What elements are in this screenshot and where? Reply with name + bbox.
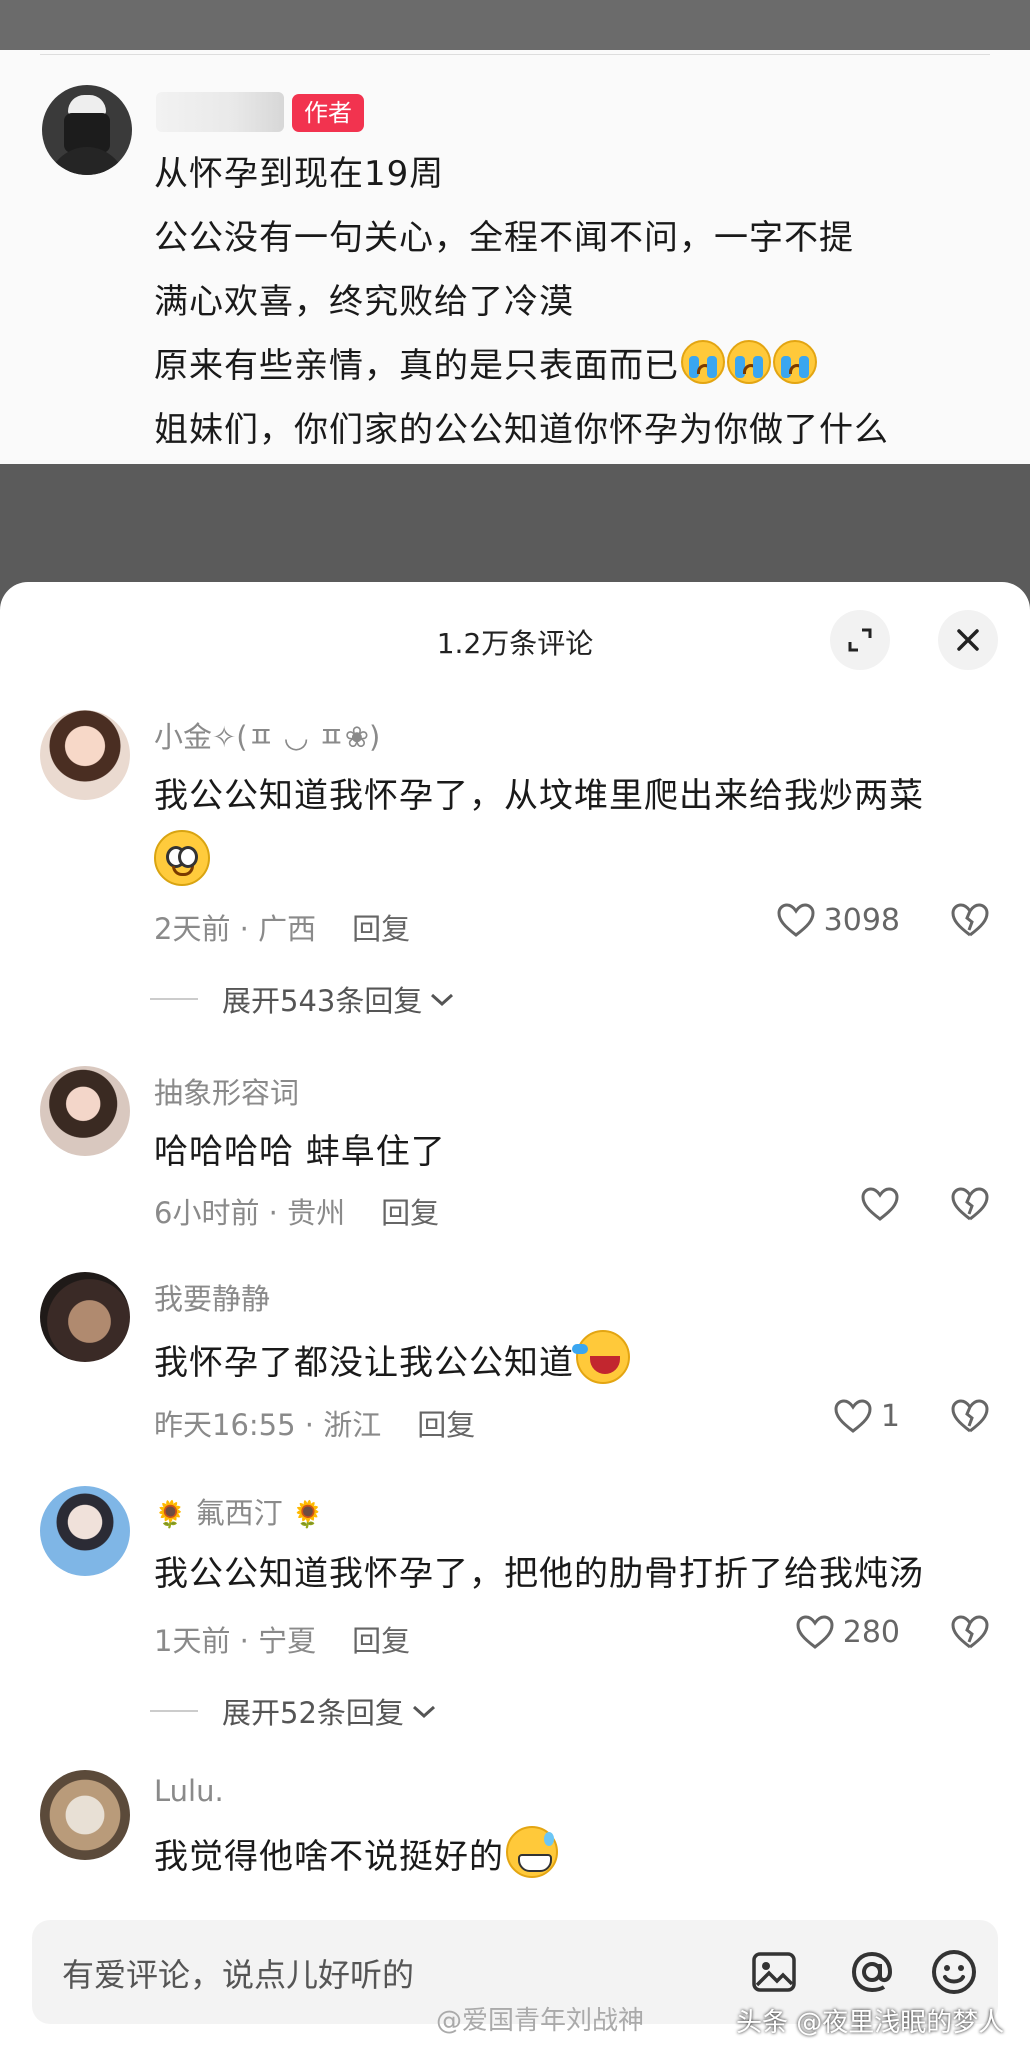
avatar[interactable] bbox=[40, 710, 130, 800]
post-line: 从怀孕到现在19周 bbox=[154, 154, 445, 194]
commenter-name[interactable]: 🌻 氟西汀 🌻 bbox=[154, 1490, 324, 1532]
comment-time: 2天前 bbox=[154, 912, 231, 946]
toutiao-watermark: 头条 @夜里浅眠的梦人 bbox=[736, 2008, 1005, 2038]
commenter-name[interactable]: Lulu. bbox=[154, 1774, 224, 1808]
comment-text: 我公公知道我怀孕了，从坟堆里爬出来给我炒两菜 bbox=[154, 776, 924, 816]
divider bbox=[40, 54, 990, 55]
author-name-blurred bbox=[156, 92, 284, 132]
expand-replies-button[interactable]: 展开543条回复 bbox=[150, 978, 456, 1020]
dislike-button[interactable] bbox=[950, 1398, 990, 1438]
chevron-down-icon bbox=[431, 993, 454, 1007]
avatar[interactable] bbox=[40, 1770, 130, 1860]
image-icon bbox=[752, 1952, 796, 1992]
reply-button[interactable]: 回复 bbox=[352, 1624, 410, 1658]
broken-heart-icon bbox=[951, 1399, 989, 1433]
comment-meta: 1天前 · 宁夏 回复 bbox=[154, 1624, 411, 1658]
like-button[interactable] bbox=[860, 1186, 900, 1222]
comment-text: 我公公知道我怀孕了，把他的肋骨打折了给我炖汤 bbox=[154, 1554, 924, 1594]
comment-location: 宁夏 bbox=[258, 1624, 317, 1658]
close-icon bbox=[957, 629, 979, 651]
comment-text: 我怀孕了都没让我公公知道 bbox=[154, 1330, 630, 1384]
avatar[interactable] bbox=[40, 1272, 130, 1362]
commenter-name[interactable]: 小金✧(ㅍ ◡ ㅍ❀) bbox=[154, 714, 380, 756]
like-count: 1 bbox=[880, 1398, 900, 1434]
at-icon bbox=[851, 1951, 893, 1993]
dislike-button[interactable] bbox=[950, 902, 990, 942]
post-line: 姐妹们，你们家的公公知道你怀孕为你做了什么 bbox=[154, 410, 889, 450]
like-button[interactable]: 1 bbox=[833, 1398, 900, 1434]
crying-emoji-icon bbox=[727, 340, 771, 384]
image-button[interactable] bbox=[746, 1944, 802, 2000]
comment-location: 浙江 bbox=[323, 1408, 382, 1442]
broken-heart-icon bbox=[951, 903, 989, 937]
dislike-button[interactable] bbox=[950, 1614, 990, 1654]
reply-button[interactable]: 回复 bbox=[352, 912, 410, 946]
close-button[interactable] bbox=[938, 610, 998, 670]
heart-icon bbox=[796, 1615, 834, 1649]
comment-location: 广西 bbox=[258, 912, 317, 946]
post-line: 公公没有一句关心，全程不闻不问，一字不提 bbox=[154, 218, 854, 258]
broken-heart-icon bbox=[951, 1187, 989, 1221]
reply-button[interactable]: 回复 bbox=[381, 1196, 439, 1230]
grinning-sweat-emoji-icon bbox=[506, 1826, 558, 1878]
expand-icon bbox=[848, 628, 872, 652]
emoji-button[interactable] bbox=[926, 1944, 982, 2000]
crying-emoji-icon bbox=[681, 340, 725, 384]
avatar[interactable] bbox=[40, 1486, 130, 1576]
commenter-name[interactable]: 抽象形容词 bbox=[154, 1070, 299, 1112]
comment-time: 昨天16:55 bbox=[154, 1408, 296, 1442]
status-bar-area bbox=[0, 0, 1030, 50]
avatar[interactable] bbox=[40, 1066, 130, 1156]
sunflower-icon: 🌻 bbox=[154, 1500, 187, 1530]
broken-heart-icon bbox=[951, 1615, 989, 1649]
comment-text: 哈哈哈哈 蚌阜住了 bbox=[154, 1132, 446, 1172]
comment-meta: 昨天16:55 · 浙江 回复 bbox=[154, 1408, 476, 1442]
author-avatar[interactable] bbox=[42, 85, 132, 175]
comment-meta: 6小时前 · 贵州 回复 bbox=[154, 1196, 440, 1230]
comment-time: 6小时前 bbox=[154, 1196, 260, 1230]
comment-location: 贵州 bbox=[287, 1196, 346, 1230]
weibo-watermark: @爱国青年刘战神 bbox=[436, 2006, 645, 2036]
heart-icon bbox=[861, 1187, 899, 1221]
post-line: 原来有些亲情，真的是只表面而已 bbox=[154, 334, 889, 398]
like-count: 280 bbox=[842, 1614, 900, 1650]
post-card: 作者 从怀孕到现在19周 公公没有一句关心，全程不闻不问，一字不提 满心欢喜，终… bbox=[0, 50, 1030, 464]
like-button[interactable]: 280 bbox=[795, 1614, 900, 1650]
chevron-down-icon bbox=[412, 1705, 435, 1719]
smile-emoji-icon bbox=[154, 830, 210, 886]
post-line: 满心欢喜，终究败给了冷漠 bbox=[154, 282, 574, 322]
comment-time: 1天前 bbox=[154, 1624, 231, 1658]
reply-button[interactable]: 回复 bbox=[417, 1408, 475, 1442]
mention-button[interactable] bbox=[844, 1944, 900, 2000]
post-text: 从怀孕到现在19周 公公没有一句关心，全程不闻不问，一字不提 满心欢喜，终究败给… bbox=[154, 142, 889, 462]
expand-replies-button[interactable]: 展开52条回复 bbox=[150, 1690, 438, 1732]
heart-icon bbox=[777, 903, 815, 937]
expand-button[interactable] bbox=[830, 610, 890, 670]
author-badge: 作者 bbox=[292, 94, 364, 132]
crying-emoji-icon bbox=[773, 340, 817, 384]
commenter-name[interactable]: 我要静静 bbox=[154, 1276, 270, 1318]
dislike-button[interactable] bbox=[950, 1186, 990, 1226]
emoji-icon bbox=[932, 1950, 976, 1994]
comment-input-placeholder: 有爱评论，说点儿好听的 bbox=[62, 1956, 415, 1994]
like-count: 3098 bbox=[823, 902, 900, 938]
comment-sheet: 1.2万条评论 小金✧(ㅍ ◡ ㅍ❀) 我公公知道我怀孕了，从坟堆里爬出来给我炒… bbox=[0, 582, 1030, 2048]
heart-icon bbox=[834, 1399, 872, 1433]
comment-meta: 2天前 · 广西 回复 bbox=[154, 912, 411, 946]
like-button[interactable]: 3098 bbox=[776, 902, 900, 938]
comment-text: 我觉得他啥不说挺好的 bbox=[154, 1826, 558, 1878]
sunflower-icon: 🌻 bbox=[291, 1500, 325, 1530]
laughing-emoji-icon bbox=[572, 1330, 630, 1384]
